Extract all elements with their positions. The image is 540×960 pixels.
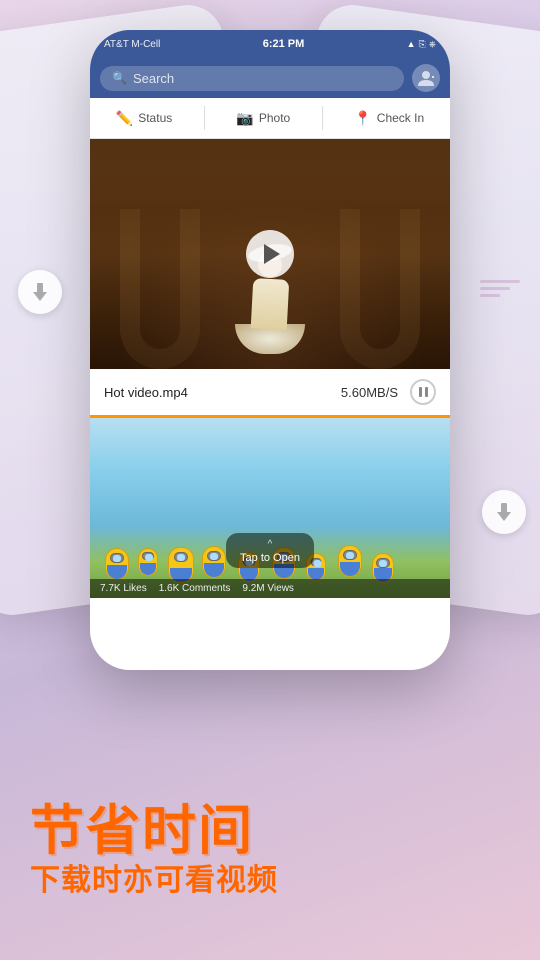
search-placeholder-text: Search [133,71,174,86]
avatar[interactable] [412,64,440,92]
minion-3 [168,547,194,583]
facebook-action-bar: ✏️ Status 📷 Photo 📍 Check In [90,98,450,139]
download-speed-label: 5.60MB/S [341,385,398,400]
download-arrow-right[interactable] [482,490,526,534]
checkin-label: Check In [377,111,424,125]
download-icon-right [493,501,515,523]
checkin-icon: 📍 [354,110,371,127]
pause-line-1 [419,387,422,397]
bluetooth-icon: ⎈ [429,39,436,50]
chevron-up-icon: ^ [240,537,300,552]
decorative-lines [480,280,520,297]
wifi-icon: ⎘ [419,39,426,50]
minions-video[interactable]: ^ Tap to Open 7.7K Likes 1.6K Comments 9… [90,418,450,598]
minion-4 [202,546,226,578]
minions-background: ^ Tap to Open [90,418,450,598]
facebook-search-bar: 🔍 Search [90,58,450,98]
likes-count: 7.7K Likes [100,583,147,594]
checkin-action[interactable]: 📍 Check In [354,110,424,127]
chinese-subtitle: 下载时亦可看视频 [30,861,510,900]
file-name-label: Hot video.mp4 [104,385,188,400]
bottom-text-section: 节省时间 下载时亦可看视频 [0,782,540,920]
dancer-video[interactable] [90,139,450,369]
deco-line-1 [480,280,520,283]
app-screen: AT&T M-Cell 6:21 PM ▲ ⎘ ⎈ 🔍 Search [0,0,540,960]
avatar-icon [417,69,435,87]
search-input-container[interactable]: 🔍 Search [100,66,404,91]
play-triangle-icon [264,244,280,264]
status-label: Status [138,111,172,125]
views-count: 9.2M Views [242,583,294,594]
divider-1 [204,106,205,130]
status-action[interactable]: ✏️ Status [116,110,172,127]
chinese-title: 节省时间 [30,802,510,861]
download-progress-bar: Hot video.mp4 5.60MB/S [90,369,450,418]
tap-label: Tap to Open [240,552,300,564]
deco-line-3 [480,294,500,297]
photo-action[interactable]: 📷 Photo [236,110,290,127]
carrier-label: AT&T M-Cell [104,39,160,50]
time-label: 6:21 PM [263,38,305,50]
minion-8 [338,545,362,577]
minion-2 [138,548,158,576]
signal-icon: ▲ [407,39,416,49]
status-icons: ▲ ⎘ ⎈ [407,39,436,50]
search-icon: 🔍 [112,71,127,85]
download-arrow-left[interactable] [18,270,62,314]
divider-2 [322,106,323,130]
comments-count: 1.6K Comments [159,583,231,594]
status-icon: ✏️ [116,110,133,127]
video-stats-bar: 7.7K Likes 1.6K Comments 9.2M Views [90,579,450,598]
download-icon-left [29,281,51,303]
pause-line-2 [425,387,428,397]
dancer-scene [90,139,450,369]
photo-icon: 📷 [236,110,253,127]
deco-line-2 [480,287,510,290]
dancer-body [251,278,290,330]
photo-label: Photo [259,111,290,125]
status-bar: AT&T M-Cell 6:21 PM ▲ ⎘ ⎈ [90,30,450,58]
tap-to-open-overlay[interactable]: ^ Tap to Open [226,533,314,568]
play-button[interactable] [246,230,294,278]
pause-button[interactable] [410,379,436,405]
minion-1 [105,548,129,580]
main-phone: AT&T M-Cell 6:21 PM ▲ ⎘ ⎈ 🔍 Search [90,30,450,670]
